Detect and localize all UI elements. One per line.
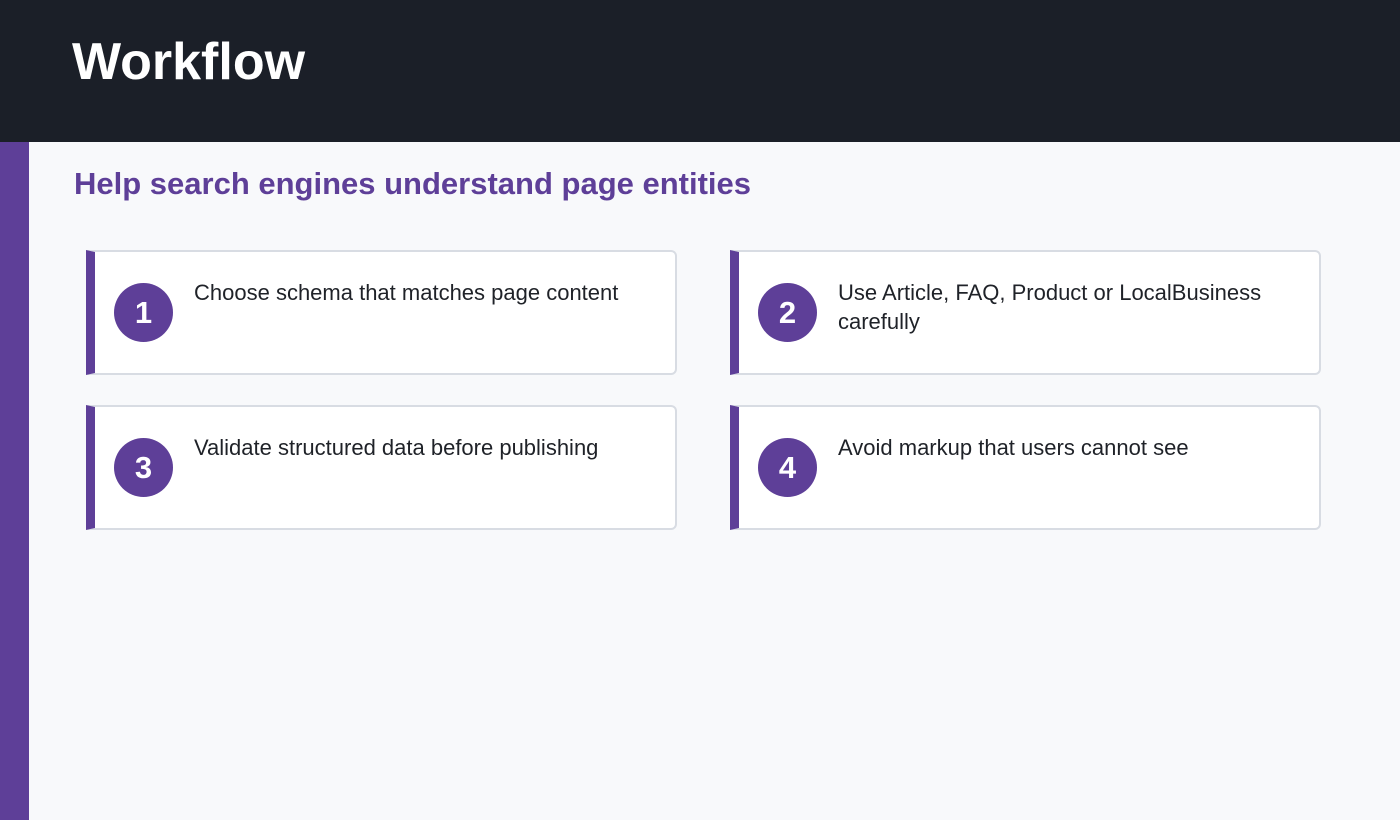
- step-number-badge: 1: [114, 283, 173, 342]
- steps-grid: 1 Choose schema that matches page conten…: [86, 250, 1321, 530]
- step-text: Use Article, FAQ, Product or LocalBusine…: [838, 280, 1262, 334]
- step-text: Validate structured data before publishi…: [194, 435, 599, 460]
- section-subtitle: Help search engines understand page enti…: [74, 166, 752, 201]
- step-number-badge: 4: [758, 438, 817, 497]
- step-card-3: 3 Validate structured data before publis…: [86, 405, 677, 530]
- accent-side-strip: [0, 142, 29, 820]
- step-number-badge: 3: [114, 438, 173, 497]
- page-title: Workflow: [72, 33, 306, 91]
- step-card-2: 2 Use Article, FAQ, Product or LocalBusi…: [730, 250, 1321, 375]
- step-text: Choose schema that matches page content: [194, 280, 619, 305]
- step-text: Avoid markup that users cannot see: [838, 435, 1189, 460]
- step-number-badge: 2: [758, 283, 817, 342]
- header-bar: Workflow: [0, 0, 1400, 142]
- step-card-4: 4 Avoid markup that users cannot see: [730, 405, 1321, 530]
- step-card-1: 1 Choose schema that matches page conten…: [86, 250, 677, 375]
